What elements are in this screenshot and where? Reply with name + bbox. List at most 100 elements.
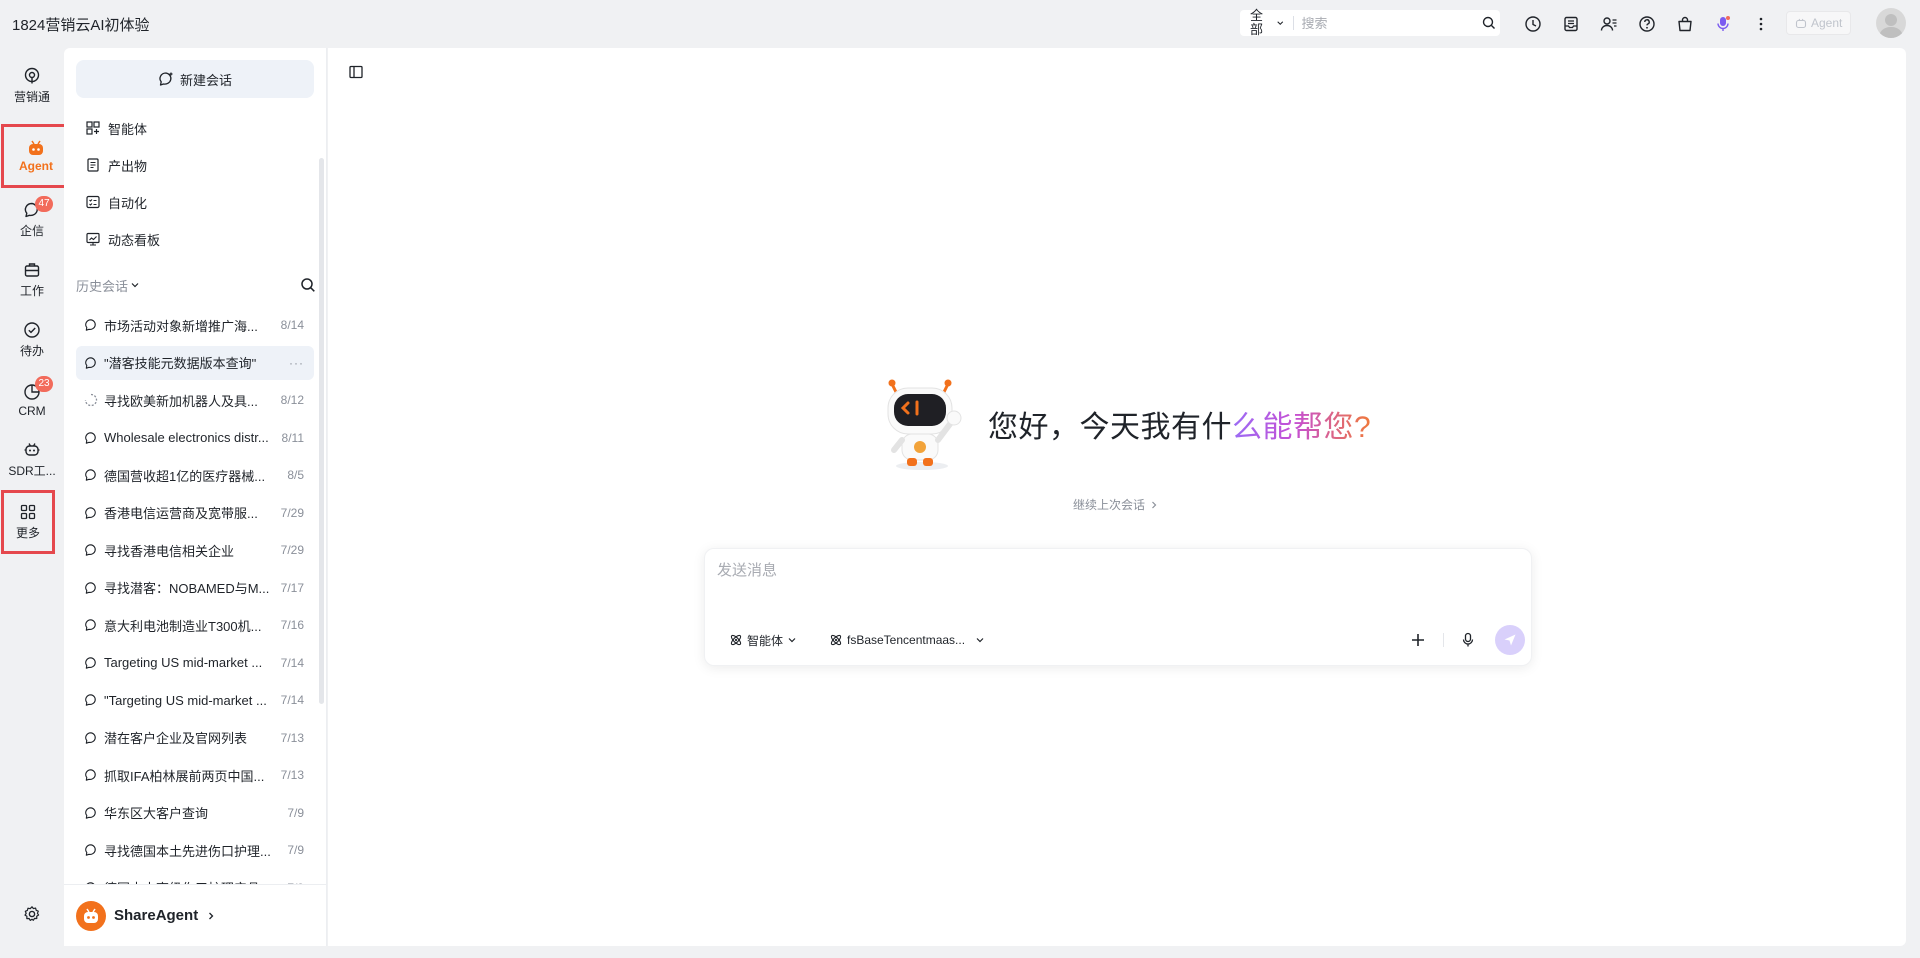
rail-item-label: SDR工... <box>8 464 56 478</box>
send-button[interactable] <box>1495 625 1525 655</box>
search-icon[interactable] <box>1478 10 1500 36</box>
more-vertical-icon[interactable] <box>1748 11 1774 37</box>
inbox-icon[interactable] <box>1558 11 1584 37</box>
history-row[interactable]: 市场活动对象新增推广海... 8/14 <box>76 308 314 342</box>
history-row[interactable]: "潜客技能元数据版本查询" ··· <box>76 345 314 380</box>
send-arrow-icon <box>1504 634 1516 646</box>
history-date: 7/9 <box>287 805 304 820</box>
chat-bubble-icon <box>85 544 96 556</box>
agent-selector-dropdown[interactable]: 智能体 <box>723 627 803 653</box>
left-rail: 营销通 Agent 企信 47 工作 待办 CRM 23 SDR工... 更多 <box>0 48 71 958</box>
grid-icon <box>20 504 36 520</box>
rail-item-agent[interactable]: Agent <box>1 124 71 188</box>
unread-badge: 23 <box>35 376 53 392</box>
dashboard-icon <box>86 232 100 246</box>
message-composer: 智能体 fsBaseTencentmaas... <box>704 548 1532 666</box>
history-title: Wholesale electronics distr... <box>104 430 269 445</box>
new-chat-label: 新建会话 <box>179 72 232 88</box>
nav-item-agents[interactable]: 智能体 <box>76 112 314 144</box>
search-icon[interactable] <box>300 277 316 293</box>
chevron-down-icon <box>788 638 796 643</box>
store-icon[interactable] <box>1672 11 1698 37</box>
share-agent-footer[interactable]: ShareAgent <box>64 884 326 946</box>
more-options-icon[interactable]: ··· <box>289 356 304 370</box>
history-title: 德国营收超1亿的医疗器械... <box>104 468 266 484</box>
rail-item-label: 营销通 <box>13 90 50 104</box>
clock-icon[interactable] <box>1520 11 1546 37</box>
check-circle-icon <box>24 322 40 338</box>
history-date: 7/9 <box>287 843 304 857</box>
nav-item-outputs[interactable]: 产出物 <box>76 149 314 181</box>
history-row[interactable]: 抓取IFA柏林展前两页中国... 7/13 <box>76 758 314 792</box>
history-row[interactable]: 德国营收超1亿的医疗器械... 8/5 <box>76 458 314 492</box>
continue-last-session-link[interactable]: 继续上次会话 <box>1073 496 1159 513</box>
rail-item-crm[interactable]: CRM 23 <box>2 372 62 428</box>
history-list: 市场活动对象新增推广海... 8/14 "潜客技能元数据版本查询" ··· 寻找欧美新加… <box>76 308 314 932</box>
history-date: 7/16 <box>280 618 304 632</box>
history-scrollbar[interactable] <box>319 158 324 704</box>
history-date: 7/29 <box>280 543 304 557</box>
greeting-text: 您好，今天我有什 <box>988 411 1232 444</box>
search-scope-dropdown[interactable]: 全部 <box>1240 9 1294 37</box>
help-icon[interactable] <box>1634 11 1660 37</box>
history-header: 历史会话 <box>76 274 316 296</box>
mic-bell-icon[interactable] <box>1710 11 1736 37</box>
history-row[interactable]: Targeting US mid-market ... 7/14 <box>76 646 314 680</box>
rail-item-marketing[interactable]: 营销通 <box>2 58 62 114</box>
history-date: 7/14 <box>280 693 304 707</box>
robot-mascot-illustration <box>887 379 962 470</box>
app-title: 1824营销云AI初体验 <box>12 17 150 34</box>
nav-item-label: 自动化 <box>108 195 148 211</box>
history-row[interactable]: 寻找香港电信相关企业 7/29 <box>76 533 314 567</box>
history-date: 8/11 <box>281 430 304 445</box>
history-row[interactable]: 潜在客户企业及官网列表 7/13 <box>76 721 314 755</box>
microphone-icon[interactable] <box>1455 627 1481 653</box>
chevron-right-icon <box>1152 501 1157 508</box>
history-row[interactable]: Wholesale electronics distr... 8/11 <box>76 421 314 455</box>
document-icon <box>87 158 99 172</box>
history-row[interactable]: 香港电信运营商及宽带服... 7/29 <box>76 496 314 530</box>
agent-pill-button[interactable]: Agent <box>1786 11 1852 35</box>
history-title: 寻找潜客：NOBAMED与M... <box>104 581 270 596</box>
message-input[interactable] <box>717 559 1517 603</box>
settings-gear-icon[interactable] <box>20 902 44 926</box>
nav-item-label: 产出物 <box>108 158 148 174</box>
chevron-down-icon <box>1277 21 1284 25</box>
search-input[interactable] <box>1293 15 1478 31</box>
new-chat-button[interactable]: 新建会话 <box>76 60 314 98</box>
history-date: 8/12 <box>280 393 304 407</box>
history-title: 寻找香港电信相关企业 <box>104 543 235 559</box>
model-atom-icon <box>830 634 842 646</box>
rail-item-sdr[interactable]: SDR工... <box>2 432 62 488</box>
history-title: "潜客技能元数据版本查询" <box>104 356 257 371</box>
nav-item-dashboard[interactable]: 动态看板 <box>76 223 314 255</box>
rail-item-chat[interactable]: 企信 47 <box>2 192 62 248</box>
history-row[interactable]: 寻找潜客：NOBAMED与M... 7/17 <box>76 571 314 605</box>
rail-item-label: 企信 <box>19 224 44 238</box>
contacts-icon[interactable] <box>1596 11 1622 37</box>
rail-item-todo[interactable]: 待办 <box>2 312 62 368</box>
add-attachment-icon[interactable] <box>1405 627 1431 653</box>
rail-item-work[interactable]: 工作 <box>2 252 62 308</box>
rail-item-more[interactable]: 更多 <box>1 490 55 554</box>
chat-bubble-icon <box>85 844 96 856</box>
history-row[interactable]: 意大利电池制造业T300机... 7/16 <box>76 608 314 642</box>
user-avatar[interactable] <box>1876 8 1906 38</box>
search-scope-label: 全部 <box>1250 8 1264 37</box>
history-row[interactable]: 华东区大客户查询 7/9 <box>76 796 314 830</box>
history-title: 寻找德国本土先进伤口护理... <box>104 843 271 859</box>
history-filter-dropdown[interactable]: 历史会话 <box>76 276 140 295</box>
history-row[interactable]: "Targeting US mid-market ... 7/14 <box>76 683 314 717</box>
chevron-down-icon <box>976 638 984 643</box>
agent-robot-icon <box>29 140 43 155</box>
top-bar: 1824营销云AI初体验 全部 搜索 Agent <box>0 0 1920 48</box>
model-selector-dropdown[interactable]: fsBaseTencentmaas... <box>823 627 991 653</box>
history-row[interactable]: 寻找欧美新加机器人及具... 8/12 <box>76 383 314 417</box>
chat-bubble-icon <box>85 319 96 331</box>
nav-item-automation[interactable]: 自动化 <box>76 186 314 218</box>
chat-bubble-icon <box>85 619 96 631</box>
history-row[interactable]: 寻找德国本土先进伤口护理... 7/9 <box>76 833 314 867</box>
sidebar-toggle-icon[interactable] <box>348 64 364 80</box>
robot-icon <box>1795 18 1807 29</box>
history-date: 7/17 <box>280 580 304 595</box>
